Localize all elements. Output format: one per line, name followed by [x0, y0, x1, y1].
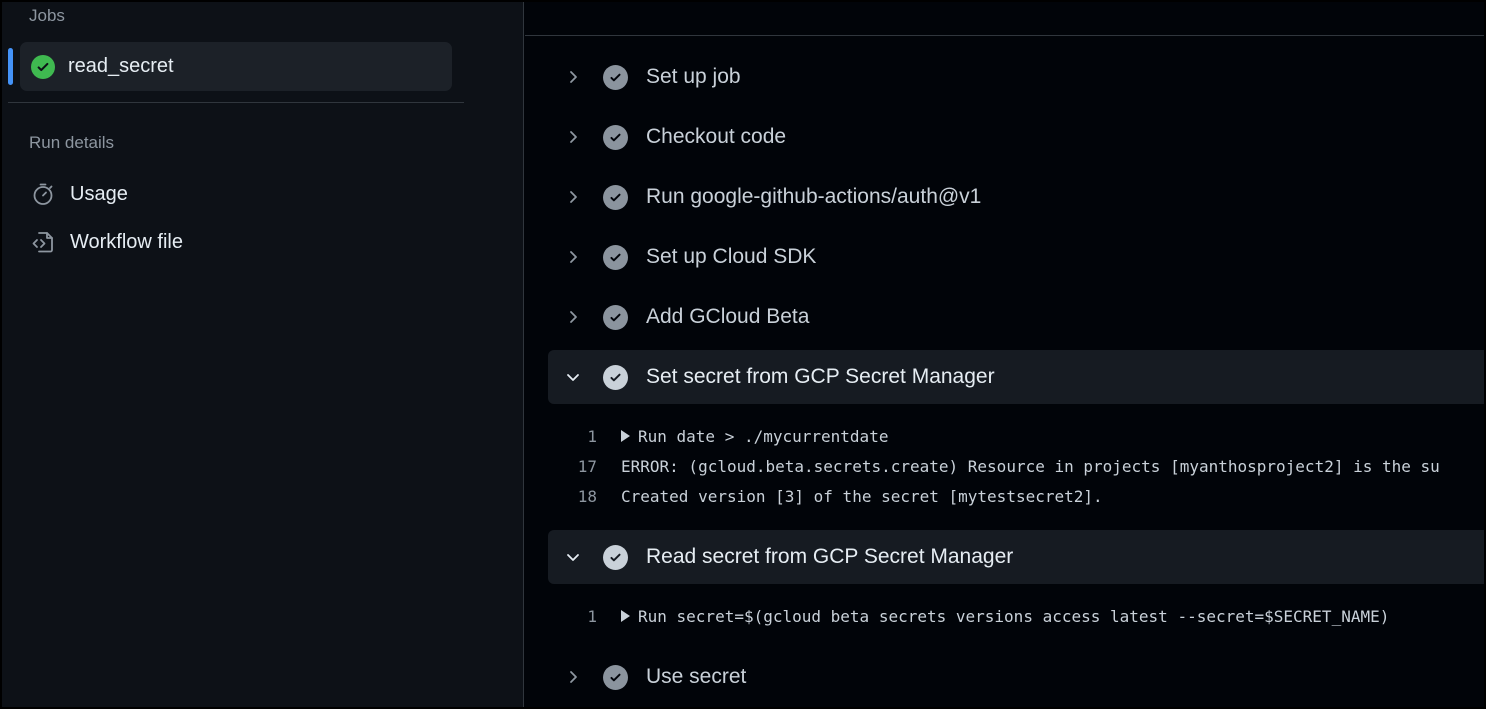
step-name: Add GCloud Beta — [646, 305, 810, 328]
chevron-right-icon — [560, 184, 586, 210]
step-set-up-job[interactable]: Set up job — [548, 50, 1484, 104]
log-text: Run date > ./mycurrentdate — [638, 426, 889, 446]
run-details-heading: Run details — [29, 133, 115, 152]
step-name: Read secret from GCP Secret Manager — [646, 545, 1014, 568]
log-text: ERROR: (gcloud.beta.secrets.create) Reso… — [621, 456, 1440, 476]
job-item-read-secret[interactable]: read_secret — [8, 42, 452, 91]
log-line: 18 Created version [3] of the secret [my… — [555, 482, 1484, 510]
log-text: Run secret=$(gcloud beta secrets version… — [638, 606, 1390, 626]
chevron-right-icon — [560, 124, 586, 150]
step-set-secret[interactable]: Set secret from GCP Secret Manager — [548, 350, 1484, 404]
line-number: 17 — [577, 456, 597, 476]
line-number: 1 — [587, 426, 597, 446]
log-line[interactable]: 1 Run secret=$(gcloud beta secrets versi… — [555, 602, 1484, 630]
step-set-up-cloud-sdk[interactable]: Set up Cloud SDK — [548, 230, 1484, 284]
step-add-gcloud-beta[interactable]: Add GCloud Beta — [548, 290, 1484, 344]
triangle-right-icon[interactable] — [621, 430, 630, 442]
jobs-heading: Jobs — [29, 6, 65, 25]
check-circle-icon — [603, 664, 628, 690]
check-circle-icon — [603, 124, 628, 150]
check-circle-icon — [31, 54, 55, 79]
job-label: read_secret — [68, 55, 174, 77]
step-name: Checkout code — [646, 125, 787, 148]
step-read-secret[interactable]: Read secret from GCP Secret Manager — [548, 530, 1484, 584]
log-text: Created version [3] of the secret [mytes… — [621, 486, 1103, 506]
sidebar-divider — [8, 102, 464, 103]
chevron-down-icon — [560, 364, 586, 390]
line-number: 18 — [577, 486, 597, 506]
stopwatch-icon — [30, 181, 56, 207]
check-circle-icon — [603, 64, 628, 90]
check-circle-icon — [603, 544, 628, 570]
triangle-right-icon[interactable] — [621, 610, 630, 622]
sidebar: Jobs read_secret Run details Usage Workf… — [2, 2, 524, 707]
chevron-down-icon — [560, 544, 586, 570]
step-name: Set up Cloud SDK — [646, 245, 817, 268]
step-name: Run google-github-actions/auth@v1 — [646, 185, 982, 208]
chevron-right-icon — [560, 64, 586, 90]
step-run-google-auth[interactable]: Run google-github-actions/auth@v1 — [548, 170, 1484, 224]
sidebar-item-label: Usage — [70, 182, 128, 205]
line-number: 1 — [587, 606, 597, 626]
log-line[interactable]: 1 Run date > ./mycurrentdate — [555, 422, 1484, 450]
check-circle-icon — [603, 184, 628, 210]
step-name: Set up job — [646, 65, 741, 88]
header-divider — [525, 35, 1484, 36]
check-circle-icon — [603, 364, 628, 390]
steps-panel: Set up job Checkout code Run google-gith… — [525, 2, 1484, 707]
step-name: Set secret from GCP Secret Manager — [646, 365, 995, 388]
sidebar-item-usage[interactable]: Usage — [20, 174, 128, 214]
log-line: 17 ERROR: (gcloud.beta.secrets.create) R… — [555, 452, 1484, 480]
check-circle-icon — [603, 304, 628, 330]
chevron-right-icon — [560, 664, 586, 690]
step-name: Use secret — [646, 665, 747, 688]
chevron-right-icon — [560, 244, 586, 270]
file-code-icon — [30, 229, 56, 255]
step-use-secret[interactable]: Use secret — [548, 650, 1484, 704]
sidebar-item-workflow-file[interactable]: Workflow file — [20, 222, 183, 262]
active-indicator — [8, 48, 13, 85]
step-checkout-code[interactable]: Checkout code — [548, 110, 1484, 164]
chevron-right-icon — [560, 304, 586, 330]
sidebar-item-label: Workflow file — [70, 230, 183, 253]
check-circle-icon — [603, 244, 628, 270]
